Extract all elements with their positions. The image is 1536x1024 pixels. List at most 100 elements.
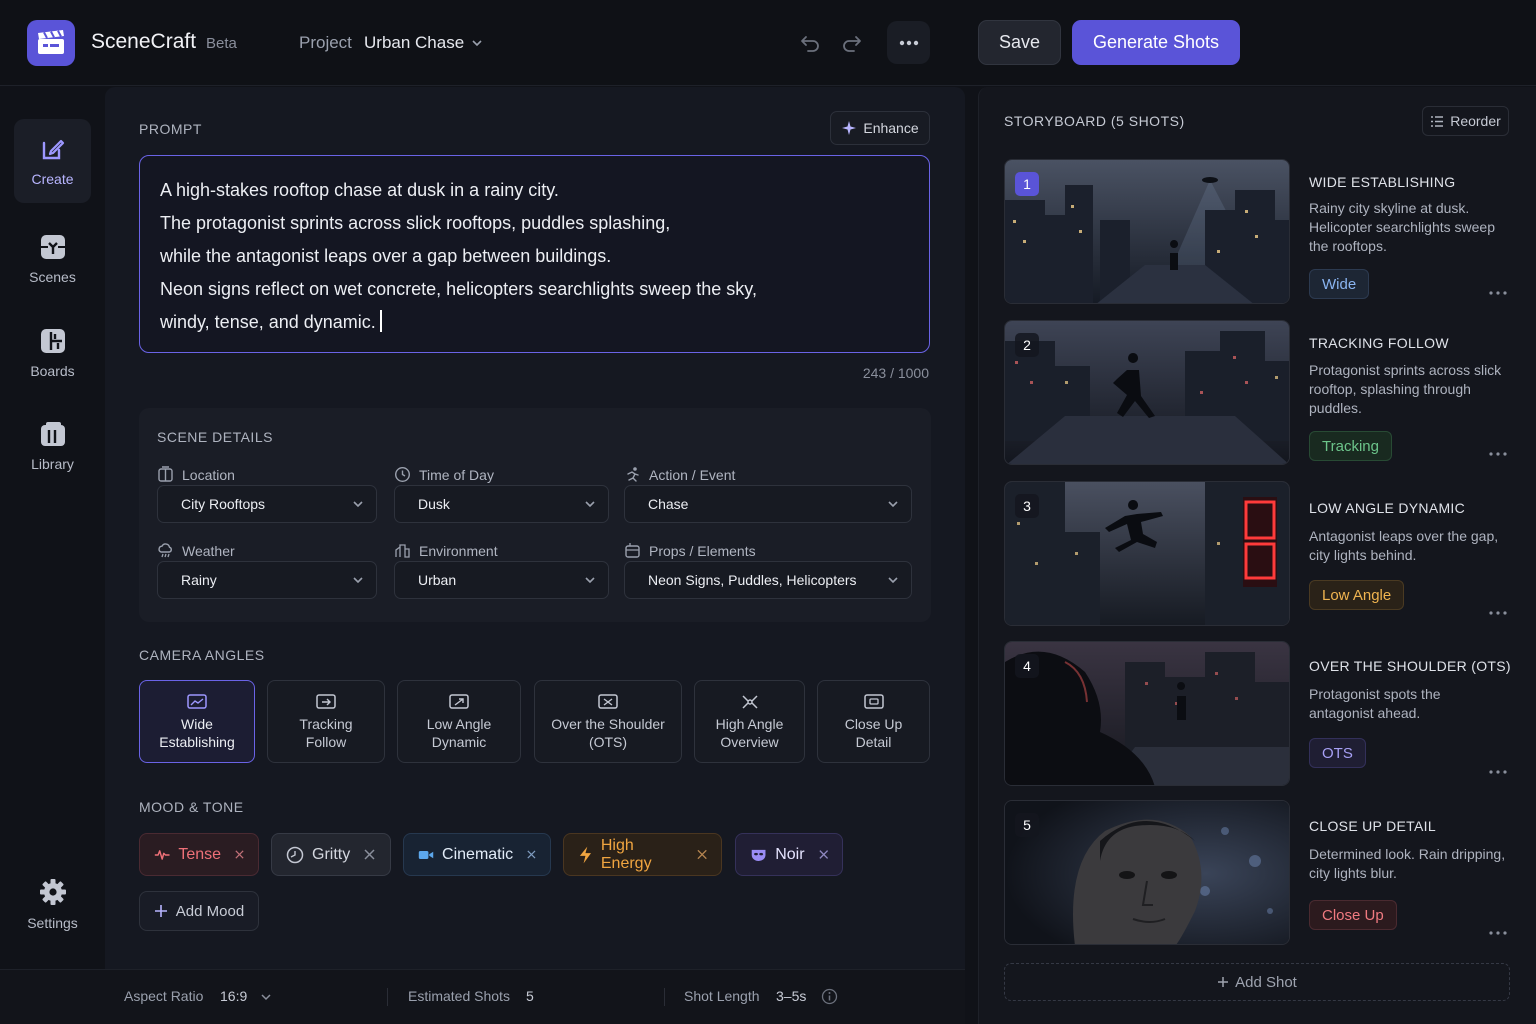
- leaping-figure-image: [1005, 482, 1289, 625]
- environment-label: Environment: [394, 542, 498, 559]
- select-value: Neon Signs, Puddles, Helicopters: [648, 572, 857, 588]
- box-icon: [625, 543, 640, 558]
- chevron-down-icon: [585, 577, 595, 584]
- camera-angle-label: Over the Shoulder: [551, 715, 665, 732]
- city-skyline-image: [1005, 160, 1289, 303]
- redo-button[interactable]: [840, 31, 864, 55]
- add-shot-label: Add Shot: [1235, 973, 1297, 991]
- add-shot-button[interactable]: Add Shot: [1004, 963, 1510, 1001]
- save-button[interactable]: Save: [978, 20, 1061, 65]
- more-horizontal-icon[interactable]: [1487, 928, 1509, 938]
- nav-item-scenes[interactable]: Scenes: [14, 217, 91, 301]
- undo-icon: [801, 36, 819, 52]
- camera-angle-tracking-follow[interactable]: Tracking Follow: [267, 680, 385, 763]
- divider: [387, 988, 388, 1006]
- shot-thumbnail[interactable]: 2: [1004, 320, 1290, 465]
- camera-angle-label: Close Up: [844, 715, 903, 732]
- camera-angle-label: Wide: [181, 715, 213, 732]
- shot-thumbnail[interactable]: 4: [1004, 641, 1290, 786]
- location-select[interactable]: City Rooftops: [157, 485, 377, 523]
- add-mood-button[interactable]: Add Mood: [139, 891, 259, 931]
- nav-item-library[interactable]: Library: [14, 404, 91, 488]
- generate-shots-button[interactable]: Generate Shots: [1072, 20, 1240, 65]
- chevron-down-icon: [353, 577, 363, 584]
- camera-angle-label: Establishing: [159, 733, 235, 750]
- undo-button[interactable]: [798, 31, 822, 55]
- enhance-label: Enhance: [863, 120, 919, 136]
- mood-chip-label: Noir: [775, 845, 805, 863]
- nav-label: Library: [31, 455, 74, 472]
- aspect-ratio-select[interactable]: 16:9: [220, 988, 247, 1004]
- chevron-down-icon: [353, 501, 363, 508]
- mood-chip-label: Tense: [178, 845, 222, 863]
- more-horizontal-icon[interactable]: [1487, 449, 1509, 459]
- shot-thumbnail[interactable]: 1: [1004, 159, 1290, 304]
- character-counter: 243 / 1000: [862, 365, 929, 381]
- chevron-down-icon: [888, 501, 898, 508]
- estimated-shots-value[interactable]: 5: [526, 988, 534, 1004]
- camera-angle-over-the-shoulder[interactable]: Over the Shoulder (OTS): [534, 680, 682, 763]
- camera-angle-wide-establishing[interactable]: Wide Establishing: [139, 680, 255, 763]
- mood-chip-noir[interactable]: Noir: [735, 833, 843, 876]
- beta-badge: Beta: [206, 35, 237, 52]
- time-of-day-select[interactable]: Dusk: [394, 485, 609, 523]
- shot-tag: Tracking: [1309, 431, 1392, 461]
- shot-tag: OTS: [1309, 738, 1366, 768]
- camera-angle-low-angle-dynamic[interactable]: Low Angle Dynamic: [397, 680, 521, 763]
- reorder-icon: [1431, 115, 1444, 127]
- close-icon[interactable]: [818, 849, 828, 860]
- more-horizontal-icon[interactable]: [1487, 288, 1509, 298]
- nav-item-settings[interactable]: Settings: [14, 864, 91, 944]
- info-icon[interactable]: [821, 988, 838, 1005]
- mood-chip-label: Cinematic: [442, 845, 514, 863]
- mood-chip-label: High Energy: [600, 836, 652, 872]
- props-elements-select[interactable]: Neon Signs, Puddles, Helicopters: [624, 561, 912, 599]
- close-icon[interactable]: [527, 849, 536, 860]
- mood-tone-title: MOOD & TONE: [139, 799, 244, 815]
- close-icon[interactable]: [235, 849, 244, 860]
- shot-description: Protagonist sprints across slick rooftop…: [1309, 362, 1502, 416]
- mood-chip-cinematic[interactable]: Cinematic: [403, 833, 551, 876]
- project-selector[interactable]: Urban Chase: [364, 33, 464, 53]
- nav-item-boards[interactable]: Boards: [14, 311, 91, 395]
- shot-number: 3: [1015, 494, 1039, 518]
- camera-angle-label: Tracking: [299, 715, 353, 732]
- estimated-shots-label: Estimated Shots: [408, 988, 510, 1004]
- plus-icon: [1218, 977, 1229, 987]
- more-horizontal-icon[interactable]: [1487, 767, 1509, 777]
- mood-chip-tense[interactable]: Tense: [139, 833, 259, 876]
- shot-number: 4: [1015, 654, 1039, 678]
- pulse-icon: [154, 849, 170, 860]
- more-horizontal-icon[interactable]: [1487, 608, 1509, 618]
- mood-chip-gritty[interactable]: Gritty: [271, 833, 391, 876]
- add-mood-label: Add Mood: [175, 902, 245, 920]
- weather-select[interactable]: Rainy: [157, 561, 377, 599]
- building-icon: [158, 466, 173, 482]
- shot-thumbnail[interactable]: 5: [1004, 800, 1290, 945]
- more-options-button[interactable]: [887, 21, 930, 64]
- chevron-down-icon[interactable]: [471, 37, 483, 49]
- enhance-button[interactable]: Enhance: [830, 111, 930, 145]
- boards-icon: [40, 328, 65, 353]
- camera-angle-high-angle-overview[interactable]: High Angle Overview: [694, 680, 805, 763]
- prompt-line: The protagonist sprints across slick roo…: [160, 213, 671, 233]
- over-shoulder-image: [1005, 642, 1289, 785]
- prompt-line: windy, tense, and dynamic.: [160, 312, 376, 332]
- prompt-line: A high-stakes rooftop chase at dusk in a…: [160, 180, 559, 200]
- close-icon[interactable]: [697, 849, 707, 860]
- reorder-button[interactable]: Reorder: [1422, 106, 1509, 136]
- mood-chip-high-energy[interactable]: High Energy: [563, 833, 722, 876]
- close-icon[interactable]: [364, 849, 375, 860]
- camera-angle-label: Overview: [720, 733, 779, 750]
- shot-length-value[interactable]: 3–5s: [776, 988, 806, 1004]
- environment-select[interactable]: Urban: [394, 561, 609, 599]
- shot-thumbnail[interactable]: 3: [1004, 481, 1290, 626]
- prompt-textarea[interactable]: A high-stakes rooftop chase at dusk in a…: [139, 155, 930, 353]
- nav-label: Boards: [30, 362, 75, 379]
- chevron-down-icon[interactable]: [260, 991, 272, 1003]
- close-up-face-image: [1005, 801, 1289, 944]
- camera-angle-close-up-detail[interactable]: Close Up Detail: [817, 680, 930, 763]
- divider: [664, 988, 665, 1006]
- action-event-select[interactable]: Chase: [624, 485, 912, 523]
- nav-item-create[interactable]: Create: [14, 119, 91, 203]
